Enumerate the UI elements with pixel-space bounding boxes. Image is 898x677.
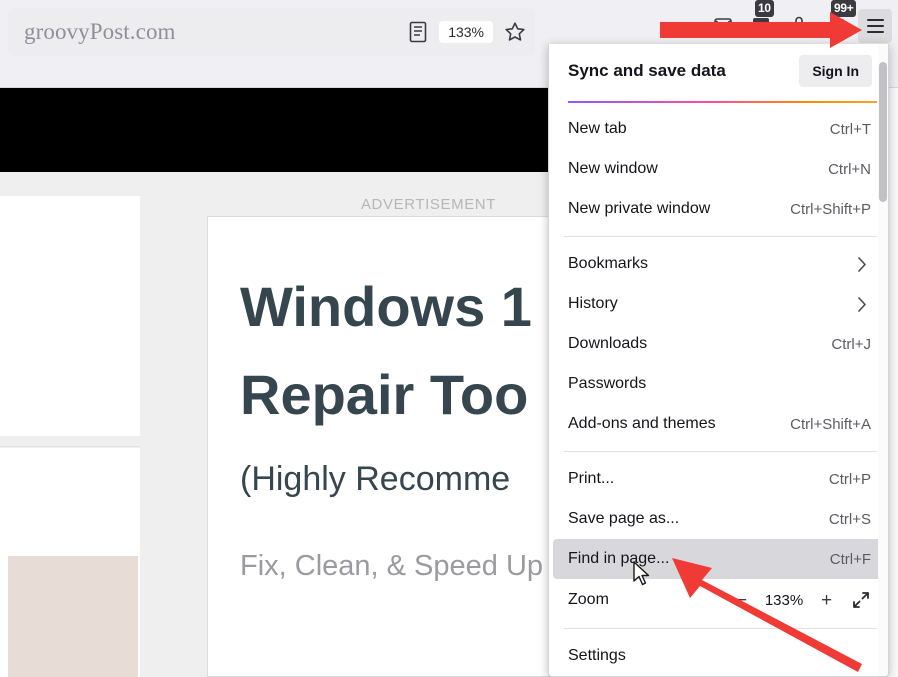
extension-icon[interactable]: 10 <box>744 0 778 43</box>
menu-item-new-private-window[interactable]: New private window Ctrl+Shift+P <box>553 189 884 229</box>
hamburger-bar-1 <box>866 19 884 21</box>
menu-item-shortcut: Ctrl+J <box>831 335 871 353</box>
menu-group-new: New tab Ctrl+T New window Ctrl+N New pri… <box>549 109 888 229</box>
app-menu-icon[interactable] <box>858 9 892 43</box>
app-menu-panel: Sync and save data Sign In New tab Ctrl+… <box>548 44 889 677</box>
hamburger-bar-3 <box>866 31 884 33</box>
menu-item-find-in-page[interactable]: Find in page... Ctrl+F <box>553 539 884 579</box>
menu-item-label: Add-ons and themes <box>568 415 716 432</box>
menu-item-label: History <box>568 295 618 312</box>
toolbar-right-buttons: 10 99+ <box>706 0 892 48</box>
zoom-level-indicator[interactable]: 133% <box>439 21 493 43</box>
notification-icon[interactable]: 99+ <box>820 0 857 43</box>
notification-badge-count: 99+ <box>831 0 857 17</box>
menu-item-new-window[interactable]: New window Ctrl+N <box>553 149 884 189</box>
menu-item-shortcut: Ctrl+S <box>828 510 871 528</box>
menu-item-shortcut: Ctrl+P <box>828 470 871 488</box>
page-left-card <box>0 196 140 436</box>
menu-item-label: New private window <box>568 200 711 217</box>
zoom-row: Zoom − 133% + <box>553 579 884 621</box>
menu-item-shortcut: Ctrl+T <box>829 120 871 138</box>
zoom-controls: − 133% + <box>728 587 874 614</box>
reader-view-icon[interactable] <box>407 20 429 44</box>
menu-group-page: Print... Ctrl+P Save page as... Ctrl+S F… <box>549 459 888 579</box>
menu-item-shortcut: Ctrl+F <box>829 550 871 568</box>
menu-item-label: New window <box>568 160 658 177</box>
menu-item-label: Downloads <box>568 335 648 352</box>
zoom-out-button[interactable]: − <box>728 587 755 614</box>
menu-item-label: Bookmarks <box>568 255 649 272</box>
sync-label: Sync and save data <box>568 61 726 80</box>
menu-divider-1 <box>564 236 877 237</box>
sync-and-save-row[interactable]: Sync and save data Sign In <box>549 44 888 98</box>
menu-item-passwords[interactable]: Passwords <box>553 364 884 404</box>
menu-item-shortcut: Ctrl+Shift+P <box>790 200 871 218</box>
menu-divider-2 <box>564 451 877 452</box>
expand-icon[interactable] <box>848 587 874 613</box>
menu-item-label: Find in page... <box>568 550 670 567</box>
menu-item-label: Passwords <box>568 375 647 392</box>
extension-icon-2[interactable] <box>782 9 816 43</box>
page-left-divider <box>0 446 140 447</box>
menu-item-label: Settings <box>568 647 626 664</box>
zoom-label: Zoom <box>568 591 609 608</box>
menu-item-history[interactable]: History <box>553 284 884 324</box>
zoom-value: 133% <box>764 591 804 609</box>
menu-item-label: Save page as... <box>568 510 680 527</box>
menu-item-label: Print... <box>568 470 615 487</box>
menu-item-shortcut: Ctrl+Shift+A <box>790 415 871 433</box>
star-icon[interactable] <box>503 20 527 44</box>
page-image-placeholder <box>8 556 138 677</box>
advertisement-label: ADVERTISEMENT <box>360 196 496 213</box>
sign-in-button[interactable]: Sign In <box>799 55 872 87</box>
menu-scrollbar-thumb[interactable] <box>879 62 887 202</box>
address-bar-actions: 133% <box>407 8 527 56</box>
menu-item-bookmarks[interactable]: Bookmarks <box>553 244 884 284</box>
chevron-right-icon <box>858 256 867 272</box>
app-menu-list: New tab Ctrl+T New window Ctrl+N New pri… <box>549 103 888 676</box>
menu-item-label: New tab <box>568 120 627 137</box>
menu-group-library: Bookmarks History Downloads Ctrl+J Passw… <box>549 244 888 444</box>
menu-item-settings[interactable]: Settings <box>553 636 884 676</box>
extension-badge-count: 10 <box>755 0 774 17</box>
account-icon[interactable] <box>706 9 740 43</box>
address-bar[interactable]: groovyPost.com 133% <box>8 8 535 56</box>
menu-scrollbar[interactable] <box>878 44 888 676</box>
chevron-right-icon <box>858 296 867 312</box>
url-text: groovyPost.com <box>24 19 176 44</box>
menu-divider-3 <box>564 628 877 629</box>
menu-item-new-tab[interactable]: New tab Ctrl+T <box>553 109 884 149</box>
menu-item-save-page-as[interactable]: Save page as... Ctrl+S <box>553 499 884 539</box>
browser-window: ADVERTISEMENT Windows 1 Repair Too (High… <box>0 0 898 677</box>
menu-item-downloads[interactable]: Downloads Ctrl+J <box>553 324 884 364</box>
menu-item-addons-and-themes[interactable]: Add-ons and themes Ctrl+Shift+A <box>553 404 884 444</box>
hamburger-bar-2 <box>866 25 884 27</box>
menu-item-shortcut: Ctrl+N <box>828 160 871 178</box>
mouse-cursor-icon <box>633 561 650 586</box>
menu-item-print[interactable]: Print... Ctrl+P <box>553 459 884 499</box>
zoom-in-button[interactable]: + <box>813 587 840 614</box>
